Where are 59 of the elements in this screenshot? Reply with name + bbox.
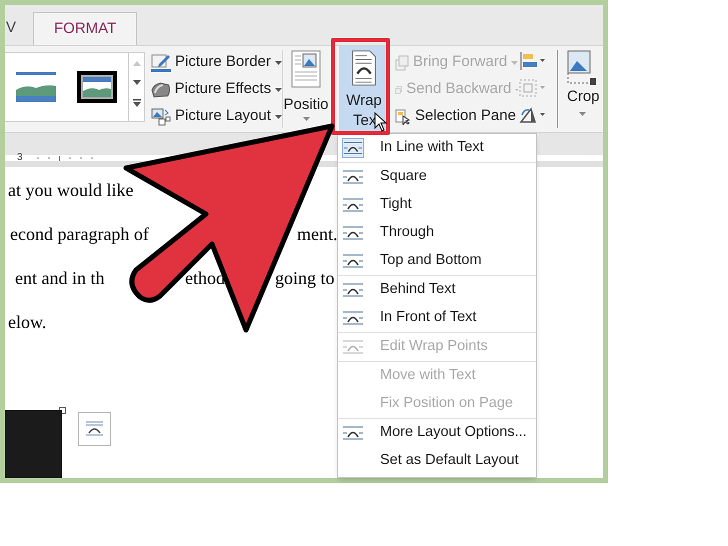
scroll-down-icon[interactable] — [132, 80, 140, 85]
caret-icon — [274, 60, 282, 64]
wrap-option-icon — [342, 197, 364, 213]
pencil-icon — [151, 54, 171, 72]
menu-item[interactable]: Set as Default Layout — [338, 447, 536, 475]
menu-item[interactable]: Through — [338, 219, 536, 247]
menu-item[interactable]: More Layout Options... — [338, 419, 536, 447]
ribbon-tab[interactable]: FORMAT — [33, 12, 138, 45]
wrap-option-icon — [342, 253, 364, 269]
arrange-command[interactable]: Selection Pane — [395, 103, 519, 130]
wrap-option-icon — [342, 225, 364, 241]
wrap-option-icon — [342, 282, 364, 298]
selection-pane-icon — [395, 108, 411, 124]
wrap-option-icon — [342, 310, 364, 326]
caret-icon — [302, 116, 310, 120]
position-button[interactable]: Positio — [283, 46, 329, 120]
menu-item[interactable]: Behind Text — [338, 276, 536, 304]
layout-options-icon[interactable] — [78, 412, 111, 446]
picture-command[interactable]: Picture Border — [151, 49, 282, 76]
caret-icon — [515, 88, 519, 92]
menu-item[interactable]: In Line with Text — [338, 134, 536, 162]
menu-item[interactable]: Tight — [338, 191, 536, 219]
caret-icon — [579, 112, 586, 116]
wrap-text-icon — [351, 50, 377, 86]
caret-icon — [275, 88, 282, 92]
position-label: Positio — [283, 95, 329, 115]
ribbon-tab[interactable]: V — [5, 12, 18, 45]
document-text: ment. — [297, 224, 338, 244]
bring-forward-icon — [395, 54, 409, 70]
layout-icon — [151, 108, 171, 126]
menu-item[interactable]: Square — [338, 163, 536, 191]
expand-gallery-icon[interactable] — [132, 99, 140, 107]
document-text: econd paragraph of — [10, 224, 149, 244]
wrap-option-icon — [342, 339, 364, 355]
mouse-cursor-icon — [374, 112, 388, 132]
align-icon[interactable] — [519, 52, 545, 70]
wrap-option-icon — [342, 169, 364, 185]
wrap-text-label: Wrap — [346, 91, 382, 111]
document-text: elow. — [8, 312, 46, 332]
crop-label: Crop — [567, 87, 600, 107]
document-text: going to — [275, 268, 335, 288]
document-text: ent and in th — [15, 268, 104, 288]
wrap-option-icon — [343, 140, 363, 156]
ruler-number: 3 — [17, 153, 23, 163]
caret-icon — [511, 60, 518, 64]
menu-item[interactable]: In Front of Text — [338, 304, 536, 332]
position-icon — [291, 50, 321, 88]
picture-command[interactable]: Picture Layout — [151, 103, 282, 130]
crop-button[interactable]: Crop — [558, 46, 600, 132]
picture-style-icon[interactable] — [77, 71, 118, 103]
photo-placeholder — [5, 410, 62, 478]
rotate-icon[interactable] — [519, 106, 545, 124]
wrap-option-icon — [342, 425, 364, 441]
crop-icon — [567, 50, 597, 86]
caret-icon — [274, 114, 282, 118]
effects-icon — [151, 80, 171, 98]
document-text: at you would like — [8, 180, 134, 200]
menu-item[interactable]: Top and Bottom — [338, 247, 536, 275]
picture-command[interactable]: Picture Effects — [151, 76, 282, 103]
